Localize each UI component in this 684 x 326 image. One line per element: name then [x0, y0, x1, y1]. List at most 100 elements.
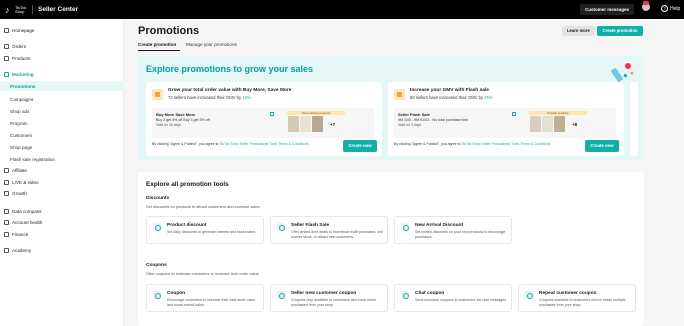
- help-label: Help: [670, 5, 681, 12]
- preview-rule: 9M 1/00 - 9M 01/03 - No total purchase l…: [398, 118, 468, 122]
- tool-card-seller-new-customer-coupon[interactable]: Seller new customer coupon Coupons only …: [270, 284, 388, 312]
- gift-icon: [152, 89, 163, 100]
- tool-card-new-arrival-discount[interactable]: New Arrival Discount Set limited discoun…: [394, 216, 512, 244]
- promo-card-subtitle: 50 sellers have increased their GMV by 2…: [410, 95, 493, 100]
- health-icon: [4, 219, 9, 225]
- page-title: Promotions: [138, 25, 200, 37]
- tool-card-chat-coupon[interactable]: Chat coupon Send exclusive coupons to cu…: [394, 284, 512, 312]
- promo-card-title: Grow your total order value with Buy Mor…: [168, 88, 292, 93]
- terms-link[interactable]: TikTok Shop Seller Promotional Tools Ter…: [461, 142, 550, 146]
- coupon-icon: [153, 291, 161, 299]
- product-thumbnail: [530, 116, 541, 132]
- more-products-count: +7: [330, 122, 336, 127]
- sidebar-item-affiliate[interactable]: Affiliate: [0, 165, 124, 175]
- create-promotion-button[interactable]: Create promotion: [597, 26, 643, 36]
- product-thumbnails: Store existing products +7: [287, 111, 345, 135]
- products-icon: [4, 55, 9, 61]
- divider: [32, 5, 33, 14]
- preview-validity: Valid for 30 days: [156, 123, 182, 127]
- tool-description: Coupons available to customers who've ma…: [539, 298, 626, 307]
- video-icon: [4, 179, 9, 185]
- banner-title: Explore promotions to grow your sales: [146, 64, 314, 74]
- sidebar-item-campaigns[interactable]: Campaigns: [0, 94, 124, 104]
- new-customer-icon: [277, 291, 285, 299]
- tool-card-seller-flash-sale[interactable]: Seller Flash Sale Offer limited-time dea…: [270, 216, 388, 244]
- tool-description: Offer limited-time deals to incentivize …: [291, 230, 383, 239]
- sidebar-item-promotions[interactable]: Promotions: [0, 81, 124, 91]
- learn-more-button[interactable]: Learn more: [562, 26, 595, 36]
- product-thumbnails: Popular products +8: [529, 111, 587, 135]
- flash-icon: [277, 223, 285, 231]
- tool-title: Chat coupon: [415, 291, 445, 296]
- tool-description: Send exclusive coupons to customers via …: [415, 298, 508, 302]
- tool-card-product-discount[interactable]: Product discount Set daily discounts to …: [146, 216, 264, 244]
- sidebar-item-homepage[interactable]: Homepage: [0, 25, 124, 35]
- discounts-section-subtitle: Set discounts on products to attract cus…: [146, 204, 260, 209]
- tool-title: Seller Flash Sale: [291, 223, 330, 228]
- tool-description: Set limited discounts on your new produc…: [415, 230, 506, 239]
- edit-icon[interactable]: [512, 112, 516, 116]
- finance-icon: [4, 231, 9, 237]
- product-thumbnail: [300, 116, 311, 132]
- megaphone-icon: [4, 71, 9, 77]
- sidebar-item-products[interactable]: Products: [0, 53, 124, 63]
- tool-description: Coupons only available to customers who …: [291, 298, 377, 307]
- tool-card-repeat-customer-coupon[interactable]: Repeat customer coupon Coupons available…: [518, 284, 636, 312]
- help-icon: ?: [661, 5, 668, 12]
- tiktok-logo-icon: ♪: [5, 4, 10, 15]
- academy-icon: [4, 247, 9, 253]
- chart-icon: [4, 208, 9, 214]
- new-arrival-icon: [401, 223, 409, 231]
- sidebar-item-data-compass[interactable]: Data compass: [0, 206, 124, 216]
- sidebar-item-orders[interactable]: Orders: [0, 41, 124, 51]
- tool-title: Repeat customer coupon: [539, 291, 597, 296]
- more-products-count: +8: [572, 122, 578, 127]
- product-thumbnail: [288, 116, 299, 132]
- products-label: Store existing products: [287, 111, 345, 115]
- coupons-section-title: Coupons: [146, 263, 167, 268]
- promo-card-flash-sale: Increase your GMV with Flash sale 50 sel…: [388, 82, 624, 156]
- discount-icon: [153, 223, 161, 231]
- product-thumbnail: [542, 116, 553, 132]
- sidebar-item-live-video[interactable]: LIVE & video: [0, 177, 124, 187]
- tab-manage-promotions[interactable]: Manage your promotions: [186, 42, 237, 47]
- tool-title: Coupon: [167, 291, 186, 296]
- preview-title: Seller Flash Sale: [398, 112, 430, 117]
- preview-validity: Valid for 3 days: [398, 123, 422, 127]
- tool-description: Encourage customers to increase their to…: [167, 298, 256, 307]
- promo-card-title: Increase your GMV with Flash sale: [410, 88, 489, 93]
- sidebar-item-program[interactable]: Program: [0, 118, 124, 128]
- sidebar-item-shop-ads[interactable]: Shop ads: [0, 106, 124, 116]
- terms-notice: By clicking "Agree & Publish", you agree…: [394, 142, 551, 146]
- sidebar-item-account-health[interactable]: Account health: [0, 217, 124, 227]
- sidebar-item-flash-sale-registration[interactable]: Flash sale registration: [0, 154, 124, 164]
- create-now-button[interactable]: Create now: [585, 140, 619, 152]
- sidebar-item-finance[interactable]: Finance: [0, 229, 124, 239]
- active-tab-indicator: [138, 50, 180, 51]
- logo-text: TikTok Shop: [15, 4, 27, 14]
- sidebar-item-customers[interactable]: Customers: [0, 130, 124, 140]
- chat-icon: [401, 291, 409, 299]
- sidebar-item-shop-page[interactable]: Shop page: [0, 142, 124, 152]
- products-label: Popular products: [529, 111, 587, 115]
- customer-messages-button[interactable]: Customer messages: [580, 4, 635, 15]
- home-icon: [4, 27, 9, 33]
- tiktok-shop-logo[interactable]: ♪ TikTok Shop: [5, 5, 28, 15]
- brand-title: Seller Center: [38, 6, 79, 13]
- discounts-section-title: Discounts: [146, 196, 170, 201]
- help-button[interactable]: ? Help: [661, 5, 680, 12]
- create-now-button[interactable]: Create now: [343, 140, 377, 152]
- celebration-illustration-icon: [610, 63, 634, 83]
- edit-icon[interactable]: [270, 112, 274, 116]
- sidebar-item-academy[interactable]: Academy: [0, 245, 124, 255]
- terms-notice: By clicking "Agree & Publish", you agree…: [152, 142, 309, 146]
- sidebar-item-growth[interactable]: Growth: [0, 188, 124, 198]
- sidebar-item-marketing[interactable]: Marketing: [0, 69, 124, 79]
- tool-title: New Arrival Discount: [415, 223, 464, 228]
- tab-create-promotion[interactable]: Create promotion: [138, 42, 176, 47]
- terms-link[interactable]: TikTok Shop Seller Promotional Tools Ter…: [219, 142, 308, 146]
- orders-icon: [4, 43, 9, 49]
- tool-card-coupon[interactable]: Coupon Encourage customers to increase t…: [146, 284, 264, 312]
- promo-preview: Buy More Save More Buy 2 get 4% off Buy …: [152, 108, 374, 138]
- promotion-tools-panel: Explore all promotion tools Discounts Se…: [138, 172, 644, 326]
